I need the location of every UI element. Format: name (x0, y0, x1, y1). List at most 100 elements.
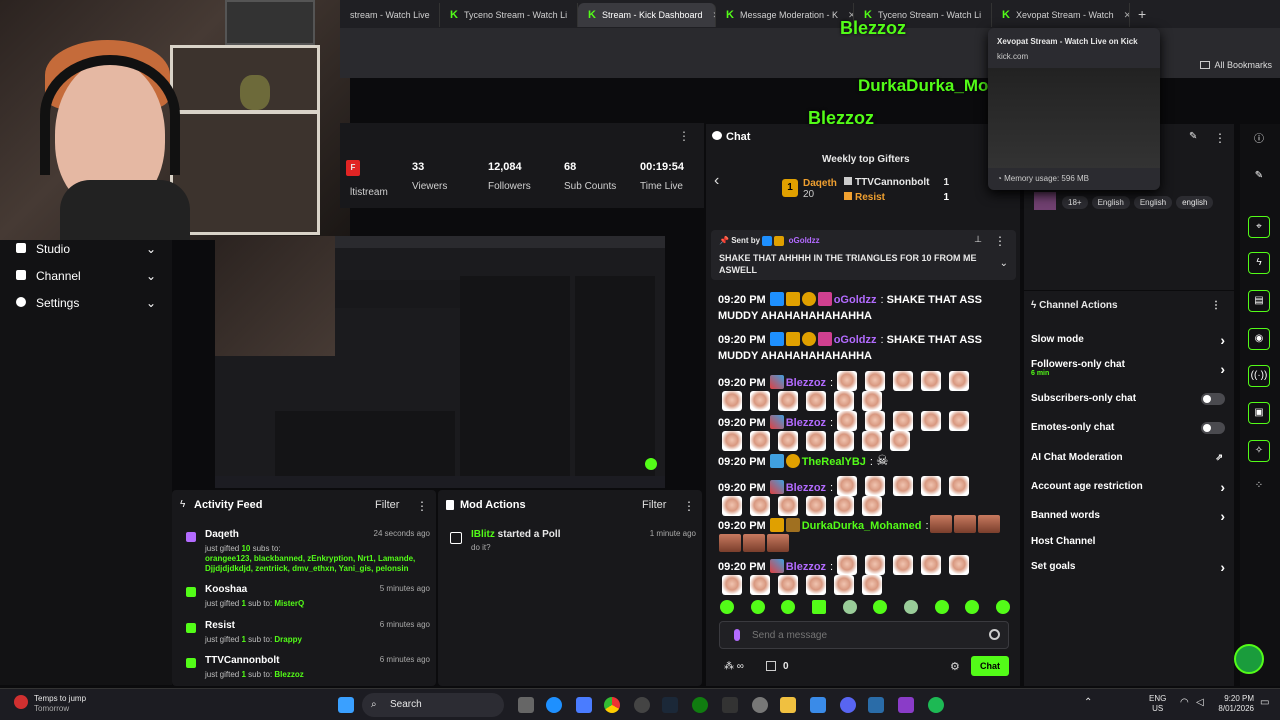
edit-icon[interactable]: ✎ (1189, 131, 1197, 142)
info-icon[interactable]: ⓘ (1248, 130, 1270, 152)
action-ai-moderation[interactable]: AI Chat Moderation ⇗ (1031, 452, 1231, 463)
emote-shortcut[interactable] (842, 600, 857, 614)
epic-icon[interactable] (722, 697, 738, 713)
action-set-goals[interactable]: Set goals › (1031, 559, 1231, 575)
emote-shortcut[interactable] (903, 600, 918, 614)
focus-icon[interactable]: ⌖ (1248, 216, 1270, 238)
tray-overflow-icon[interactable]: ⌃ (1084, 697, 1092, 708)
chat-bubble-icon[interactable]: ◉ (1248, 328, 1270, 350)
chat-input-box[interactable] (719, 621, 1009, 649)
new-tab-button[interactable]: + (1138, 6, 1146, 22)
browser-tab[interactable]: K Xevopat Stream - Watch ✕ (992, 3, 1130, 27)
emote-shortcut[interactable] (720, 600, 734, 614)
wifi-icon[interactable]: ◠ (1180, 697, 1189, 708)
tag-chip[interactable]: 18+ (1062, 196, 1088, 209)
more-options-icon[interactable]: ⋮ (683, 499, 695, 513)
app-icon[interactable] (898, 697, 914, 713)
action-account-age[interactable]: Account age restriction › (1031, 479, 1231, 495)
action-emotes-only[interactable]: Emotes-only chat (1031, 422, 1231, 434)
action-slow-mode[interactable]: Slow mode › (1031, 332, 1231, 348)
emote-shortcut[interactable] (934, 600, 949, 614)
action-banned-words[interactable]: Banned words › (1031, 508, 1231, 524)
browser-tab-active[interactable]: KStream - Kick Dashboard✕ (578, 3, 716, 27)
emote-shortcut[interactable] (750, 600, 765, 614)
document-icon[interactable]: ▤ (1248, 290, 1270, 312)
lightning-icon[interactable]: ϟ (1248, 252, 1270, 274)
app-icon[interactable] (868, 697, 884, 713)
chat-message-input[interactable] (752, 627, 972, 643)
gifter-name[interactable]: Daqeth (803, 178, 837, 189)
tag-chip[interactable]: english (1176, 196, 1214, 209)
message-username[interactable]: TheRealYBJ (802, 456, 866, 468)
xbox-icon[interactable] (692, 697, 708, 713)
message-username[interactable]: oGoldzz (834, 294, 877, 306)
discord-icon[interactable] (840, 697, 856, 713)
browser-tab[interactable]: KMessage Moderation - K✕ (716, 3, 854, 27)
more-options-icon[interactable]: ⋮ (1214, 131, 1226, 145)
mod-username[interactable]: IBlitz (471, 529, 495, 540)
windows-start-icon[interactable] (338, 697, 354, 713)
emote-shortcut[interactable] (781, 600, 796, 614)
action-subscribers-only[interactable]: Subscribers-only chat (1031, 393, 1231, 405)
storage-icon[interactable]: ▣ (1248, 402, 1270, 424)
message-username[interactable]: Blezzoz (786, 482, 826, 494)
action-host-channel[interactable]: Host Channel (1031, 536, 1231, 547)
chevron-down-icon[interactable]: ⌄ (1000, 258, 1008, 269)
sidebar-item-settings[interactable]: Settings ⌄ (0, 289, 172, 316)
clock[interactable]: 9:20 PM 8/01/2026 (1214, 694, 1254, 714)
close-icon[interactable]: ✕ (1124, 10, 1129, 21)
emote-shortcut[interactable] (995, 600, 1010, 614)
filter-button[interactable]: Filter (375, 499, 399, 511)
edit-icon[interactable]: ✎ (1248, 166, 1270, 188)
gear-icon[interactable]: ⚙ (950, 660, 960, 673)
apps-icon[interactable]: ⁘ (1248, 476, 1270, 498)
file-explorer-icon[interactable] (780, 697, 796, 713)
more-options-icon[interactable]: ⋮ (678, 129, 690, 143)
pin-toggle-icon[interactable]: ⊥ (974, 234, 982, 245)
message-username[interactable]: oGoldzz (834, 334, 877, 346)
back-chevron-icon[interactable]: ‹ (714, 172, 719, 190)
action-followers-only[interactable]: Followers-only chat 6 min › (1031, 359, 1231, 377)
more-options-icon[interactable]: ⋮ (994, 234, 1006, 248)
sidebar-item-studio[interactable]: Studio ⌄ (0, 235, 172, 262)
broadcast-icon[interactable]: ((·)) (1248, 365, 1270, 387)
chrome-icon[interactable] (604, 697, 620, 713)
subscribers-only-toggle[interactable] (1201, 393, 1225, 405)
gifter-name[interactable]: Resist (855, 192, 885, 203)
all-bookmarks-button[interactable]: All Bookmarks (1200, 60, 1272, 70)
more-options-icon[interactable]: ⋮ (416, 499, 428, 513)
language-indicator[interactable]: ENG US (1149, 694, 1166, 714)
wrench-icon[interactable]: ✧ (1248, 440, 1270, 462)
spotify-icon[interactable] (928, 697, 944, 713)
task-view-icon[interactable] (518, 697, 534, 713)
volume-icon[interactable]: ◁ (1196, 697, 1204, 708)
tag-chip[interactable]: English (1133, 196, 1173, 209)
emotes-only-toggle[interactable] (1201, 422, 1225, 434)
message-username[interactable]: DurkaDurka_Mohamed (802, 520, 922, 532)
chat-send-button[interactable]: Chat (971, 656, 1009, 676)
app-icon[interactable] (576, 697, 592, 713)
steam-icon[interactable] (662, 697, 678, 713)
edge-icon[interactable] (546, 697, 562, 713)
store-icon[interactable] (810, 697, 826, 713)
settings-icon[interactable] (752, 697, 768, 713)
taskbar-search[interactable]: ⌕ Search (362, 693, 504, 717)
filter-button[interactable]: Filter (642, 499, 666, 511)
gifter-name[interactable]: TTVCannonbolt (855, 177, 929, 188)
emote-shortcut[interactable] (965, 600, 980, 614)
sidebar-item-channel[interactable]: Channel ⌄ (0, 262, 172, 289)
points-icon[interactable]: ⁂ ∞ (724, 661, 744, 672)
browser-tab[interactable]: stream - Watch Live✕ (340, 3, 440, 27)
mic-icon[interactable] (734, 629, 740, 641)
message-username[interactable]: Blezzoz (786, 561, 826, 573)
weather-widget[interactable]: Temps to jump Tomorrow (34, 694, 86, 714)
obs-icon[interactable] (634, 697, 650, 713)
message-username[interactable]: Blezzoz (786, 417, 826, 429)
pinned-user[interactable]: oGoldzz (789, 236, 820, 245)
gift-icon[interactable] (766, 661, 776, 671)
more-options-icon[interactable]: ⋮ (1211, 300, 1221, 311)
emote-shortcut[interactable] (873, 600, 888, 614)
message-username[interactable]: Blezzoz (786, 377, 826, 389)
weather-icon[interactable] (14, 695, 28, 709)
support-button[interactable] (1234, 644, 1264, 674)
